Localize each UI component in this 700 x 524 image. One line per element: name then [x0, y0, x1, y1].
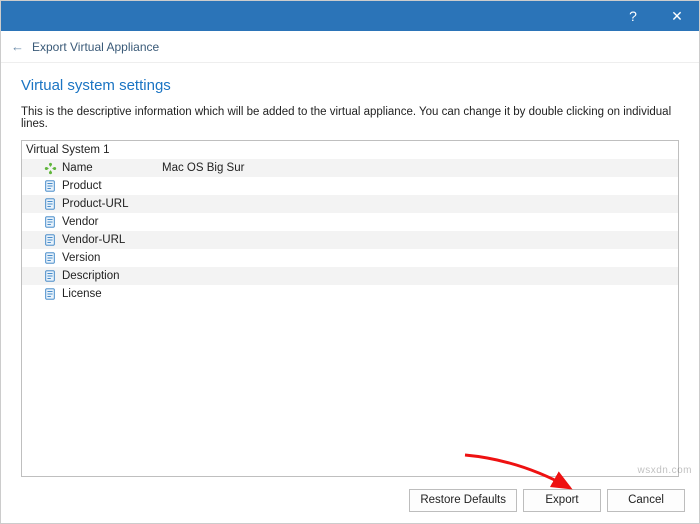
- document-icon: [42, 179, 58, 193]
- sub-header: ← Export Virtual Appliance: [1, 31, 699, 63]
- document-icon: [42, 287, 58, 301]
- property-row-description[interactable]: Description: [22, 267, 678, 285]
- dialog-title: Export Virtual Appliance: [32, 40, 159, 54]
- property-row-name[interactable]: Name Mac OS Big Sur: [22, 159, 678, 177]
- property-row-version[interactable]: Version: [22, 249, 678, 267]
- close-button[interactable]: ✕: [655, 1, 699, 31]
- property-label: Vendor: [62, 216, 162, 228]
- system-title: Virtual System 1: [26, 144, 110, 156]
- clover-icon: [42, 161, 58, 175]
- property-label: Product-URL: [62, 198, 162, 210]
- dialog-window: ? ✕ ← Export Virtual Appliance Virtual s…: [0, 0, 700, 524]
- content-area: Virtual system settings This is the desc…: [1, 63, 699, 477]
- title-bar: ? ✕: [1, 1, 699, 31]
- export-button[interactable]: Export: [523, 489, 601, 512]
- property-value: Mac OS Big Sur: [162, 162, 678, 174]
- section-heading: Virtual system settings: [21, 77, 679, 94]
- restore-defaults-button[interactable]: Restore Defaults: [409, 489, 517, 512]
- property-label: License: [62, 288, 162, 300]
- property-label: Product: [62, 180, 162, 192]
- property-label: Description: [62, 270, 162, 282]
- property-label: Version: [62, 252, 162, 264]
- property-label: Vendor-URL: [62, 234, 162, 246]
- dialog-footer: Restore Defaults Export Cancel: [1, 477, 699, 523]
- back-icon[interactable]: ←: [11, 39, 24, 54]
- property-row-product-url[interactable]: Product-URL: [22, 195, 678, 213]
- document-icon: [42, 233, 58, 247]
- properties-list[interactable]: Virtual System 1 Name Mac OS Big Sur Pro…: [21, 140, 679, 477]
- property-row-license[interactable]: License: [22, 285, 678, 303]
- document-icon: [42, 215, 58, 229]
- section-description: This is the descriptive information whic…: [21, 106, 679, 130]
- help-button[interactable]: ?: [611, 1, 655, 31]
- cancel-button[interactable]: Cancel: [607, 489, 685, 512]
- property-row-product[interactable]: Product: [22, 177, 678, 195]
- document-icon: [42, 197, 58, 211]
- document-icon: [42, 269, 58, 283]
- document-icon: [42, 251, 58, 265]
- property-row-vendor-url[interactable]: Vendor-URL: [22, 231, 678, 249]
- property-row-vendor[interactable]: Vendor: [22, 213, 678, 231]
- system-row[interactable]: Virtual System 1: [22, 141, 678, 159]
- property-label: Name: [62, 162, 162, 174]
